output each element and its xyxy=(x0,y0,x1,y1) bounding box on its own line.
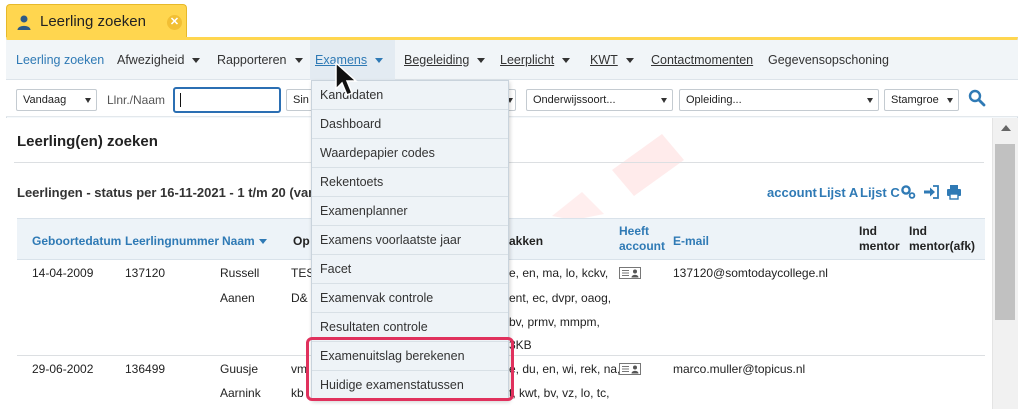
chevron-down-icon xyxy=(661,98,667,103)
stamgroep-select[interactable]: Stamgroe xyxy=(884,89,959,111)
watermark-graphic xyxy=(552,134,684,220)
print-icon[interactable] xyxy=(946,184,962,200)
nav-leerling-zoeken[interactable]: Leerling zoeken xyxy=(16,40,104,80)
account-card-icon xyxy=(619,267,641,279)
nav-afwezigheid[interactable]: Afwezigheid xyxy=(117,40,201,80)
scroll-up-icon[interactable] xyxy=(1001,125,1011,131)
nav-contactmomenten[interactable]: Contactmomenten xyxy=(651,40,753,80)
cell-opleiding: vm xyxy=(291,362,307,376)
account-card-icon xyxy=(619,363,641,375)
chevron-down-icon xyxy=(477,58,486,64)
search-icon[interactable] xyxy=(968,89,986,107)
col-ind-mentor[interactable]: Ind mentor xyxy=(859,224,900,254)
lijst-a-link[interactable]: Lijst A xyxy=(819,185,858,200)
cell-naam[interactable]: Aanen xyxy=(220,291,255,305)
tab-leerling-zoeken[interactable]: Leerling zoeken ✕ xyxy=(6,4,187,38)
status-line: Leerlingen - status per 16-11-2021 - 1 t… xyxy=(17,185,327,200)
chevron-down-icon xyxy=(625,58,634,64)
cell-vakken: e, du, en, wi, rek, na, xyxy=(509,362,621,376)
chevron-down-icon xyxy=(192,58,201,64)
col-ind-mentor-afk[interactable]: Ind mentor(afk) xyxy=(909,224,975,254)
highlight-box xyxy=(306,337,514,401)
col-geboortedatum[interactable]: Geboortedatum xyxy=(32,234,121,249)
menu-item-examenplanner[interactable]: Examenplanner xyxy=(312,197,508,226)
lijst-c-link[interactable]: Lijst C xyxy=(860,185,900,200)
login-icon[interactable] xyxy=(923,184,939,200)
chevron-down-icon xyxy=(375,58,384,64)
period-select[interactable]: Vandaag xyxy=(16,89,97,111)
user-icon xyxy=(17,15,31,30)
col-opleiding[interactable]: Op xyxy=(293,234,310,249)
cell-leerlingnummer: 136499 xyxy=(125,362,166,376)
cell-email: marco.muller@topicus.nl xyxy=(673,362,806,376)
nav-leerplicht[interactable]: Leerplicht xyxy=(500,40,571,80)
nav-gegevensopschoning[interactable]: Gegevensopschoning xyxy=(768,40,889,80)
menu-item-waardepapier-codes[interactable]: Waardepapier codes xyxy=(312,139,508,168)
chevron-down-icon xyxy=(947,98,953,103)
col-email[interactable]: E-mail xyxy=(673,234,709,249)
mouse-cursor-icon xyxy=(335,62,358,96)
llnr-naam-input[interactable] xyxy=(173,87,281,113)
menu-item-facet[interactable]: Facet xyxy=(312,255,508,284)
chevron-down-icon xyxy=(294,58,303,64)
chevron-down-icon xyxy=(85,98,91,103)
page-title: Leerling(en) zoeken xyxy=(17,133,158,150)
cell-vakken: ent, ec, dvpr, oaog, xyxy=(509,291,612,305)
menu-item-examens-voorlaatste-jaar[interactable]: Examens voorlaatste jaar xyxy=(312,226,508,255)
nav-kwt[interactable]: KWT xyxy=(590,40,634,80)
llnr-label: Llnr./Naam xyxy=(107,93,166,107)
scrollbar[interactable] xyxy=(992,118,1018,409)
cell-vakken: bv, prmv, mmpm, xyxy=(509,315,600,329)
opleiding-select[interactable]: Opleiding... xyxy=(679,89,879,111)
cell-geboortedatum: 14-04-2009 xyxy=(32,266,94,280)
settings-icon[interactable] xyxy=(900,184,916,200)
nav-begeleiding[interactable]: Begeleiding xyxy=(404,40,486,80)
onderwijssoort-select[interactable]: Onderwijssoort... xyxy=(526,89,673,111)
menu-item-examenvak-controle[interactable]: Examenvak controle xyxy=(312,284,508,313)
filter-bar: Vandaag Llnr./Naam Sin Onderwijssoort...… xyxy=(6,80,1018,117)
cell-opleiding: kb xyxy=(291,386,304,400)
cell-vakken: t, kwt, bv, vz, lo, tc, xyxy=(509,386,610,400)
col-leerlingnummer[interactable]: Leerlingnummer xyxy=(125,234,219,249)
cell-naam[interactable]: Aarnink xyxy=(220,386,261,400)
menu-item-rekentoets[interactable]: Rekentoets xyxy=(312,168,508,197)
cell-leerlingnummer: 137120 xyxy=(125,266,166,280)
cell-naam[interactable]: Russell xyxy=(220,266,259,280)
tab-title: Leerling zoeken xyxy=(40,13,146,30)
col-heeft-account[interactable]: Heeft account xyxy=(619,224,665,254)
menu-item-dashboard[interactable]: Dashboard xyxy=(312,110,508,139)
col-naam[interactable]: Naam xyxy=(222,234,267,249)
main-nav: Leerling zoeken Afwezigheid Rapporteren … xyxy=(6,40,1018,80)
scroll-thumb[interactable] xyxy=(995,144,1015,320)
text-cursor xyxy=(180,93,181,107)
cell-vakken: e, en, ma, lo, kckv, xyxy=(509,266,609,280)
cell-email: 137120@somtodaycollege.nl xyxy=(673,266,828,280)
cell-opleiding: D& xyxy=(291,291,308,305)
chevron-down-icon xyxy=(867,98,873,103)
nav-rapporteren[interactable]: Rapporteren xyxy=(217,40,303,80)
sort-down-icon xyxy=(258,239,267,245)
cell-naam[interactable]: Guusje xyxy=(220,362,258,376)
cell-geboortedatum: 29-06-2002 xyxy=(32,362,94,376)
col-vakken[interactable]: akken xyxy=(509,234,543,249)
close-icon[interactable]: ✕ xyxy=(167,15,182,30)
chevron-down-icon xyxy=(562,58,571,64)
account-link[interactable]: account xyxy=(767,185,817,200)
